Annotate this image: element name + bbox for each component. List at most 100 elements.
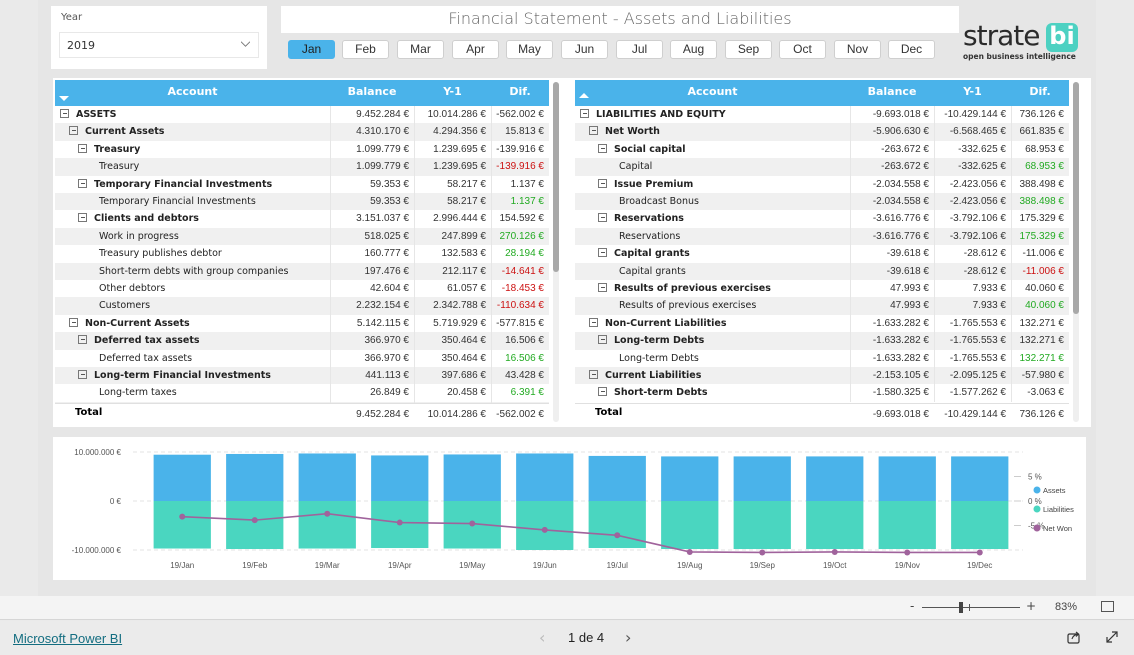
matrix-row[interactable]: Results of previous exercises 47.993 € 7.9… <box>575 280 1069 298</box>
month-button-aug[interactable]: Aug <box>670 40 717 59</box>
y-axis-left-tick: 0 € <box>110 497 122 506</box>
zoom-out-button[interactable]: - <box>910 599 914 613</box>
matrix-row[interactable]: Non-Current Liabilities -1.633.282 € -1.76… <box>575 314 1069 333</box>
matrix-row[interactable]: Temporary Financial Investments 59.353 € 5… <box>55 193 549 211</box>
matrix-row[interactable]: Treasury 1.099.779 € 1.239.695 € -139.916 € <box>55 140 549 159</box>
matrix-row[interactable]: Non-Current Assets 5.142.115 € 5.719.929 €… <box>55 314 549 333</box>
matrix-row[interactable]: Capital -263.672 € -332.625 € 68.953 € <box>575 158 1069 176</box>
sort-up-icon[interactable] <box>579 93 589 98</box>
legend-label[interactable]: Liabilities <box>1043 505 1074 514</box>
matrix-row[interactable]: LIABILITIES AND EQUITY -9.693.018 € -10.42… <box>575 106 1069 124</box>
zoom-slider-thumb[interactable] <box>959 602 963 613</box>
account-name: Social capital <box>614 143 686 155</box>
matrix-row[interactable]: Customers 2.232.154 € 2.342.788 € -110.634 … <box>55 297 549 315</box>
year-dropdown[interactable]: 2019 <box>59 32 259 58</box>
net-won-point <box>396 519 403 526</box>
collapse-icon[interactable] <box>598 213 607 223</box>
matrix-row[interactable]: Short-term debts with group companies 197… <box>55 262 549 280</box>
month-button-apr[interactable]: Apr <box>452 40 499 59</box>
zoom-in-button[interactable]: + <box>1026 599 1036 613</box>
share-icon[interactable] <box>1066 629 1082 645</box>
next-page-button[interactable]: › <box>625 628 631 647</box>
matrix-row[interactable]: Other debtors 42.604 € 61.057 € -18.453 € <box>55 280 549 298</box>
matrix-row[interactable]: Deferred tax assets 366.970 € 350.464 € 16.… <box>55 332 549 350</box>
matrix-row[interactable]: Work in progress 518.025 € 247.899 € 270.12… <box>55 227 549 246</box>
dif-value: 40.060 € <box>1025 300 1064 312</box>
sort-down-icon[interactable] <box>59 96 69 101</box>
collapse-icon[interactable] <box>598 143 607 153</box>
matrix-row[interactable]: Temporary Financial Investments 59.353 € 5… <box>55 175 549 193</box>
collapse-icon[interactable] <box>598 283 607 292</box>
previous-page-button[interactable]: ‹ <box>539 628 545 647</box>
collapse-icon[interactable] <box>78 213 87 223</box>
column-header-dif[interactable]: Dif. <box>1011 85 1069 98</box>
scrollbar-thumb[interactable] <box>553 82 559 272</box>
assets-bar <box>371 455 429 501</box>
assets-bar <box>153 454 211 501</box>
column-header-account[interactable]: Account <box>55 85 330 98</box>
matrix-row[interactable]: Deferred tax assets 366.970 € 350.464 € 16.… <box>55 349 549 367</box>
column-header-y1[interactable]: Y-1 <box>414 85 491 98</box>
month-button-jul[interactable]: Jul <box>616 40 663 59</box>
column-header-dif[interactable]: Dif. <box>491 85 549 98</box>
month-button-jan[interactable]: Jan <box>288 40 335 59</box>
vertical-scrollbar[interactable] <box>553 82 559 422</box>
matrix-row[interactable]: Treasury 1.099.779 € 1.239.695 € -139.916 € <box>55 158 549 176</box>
vertical-scrollbar[interactable] <box>1073 82 1079 422</box>
matrix-row[interactable]: Long-term Debts -1.633.282 € -1.765.553 € 1… <box>575 332 1069 350</box>
collapse-icon[interactable] <box>598 248 607 258</box>
matrix-row[interactable]: Treasury publishes debtor 160.777 € 132.58… <box>55 245 549 263</box>
collapse-icon[interactable] <box>69 126 78 136</box>
column-header-balance[interactable]: Balance <box>330 85 414 98</box>
legend-label[interactable]: Assets <box>1043 486 1066 495</box>
matrix-row[interactable]: Long-term Financial Investments 441.113 €… <box>55 367 549 385</box>
collapse-icon[interactable] <box>78 370 87 379</box>
scrollbar-thumb[interactable] <box>1073 82 1079 314</box>
collapse-icon[interactable] <box>589 126 598 136</box>
month-button-oct[interactable]: Oct <box>779 40 826 59</box>
matrix-row[interactable]: Reservations -3.616.776 € -3.792.106 € 175.… <box>575 227 1069 246</box>
collapse-icon[interactable] <box>60 109 69 118</box>
matrix-row[interactable]: Long-term Debts -1.633.282 € -1.765.553 € 1… <box>575 349 1069 367</box>
matrix-row[interactable]: Capital grants -39.618 € -28.612 € -11.006 … <box>575 245 1069 263</box>
matrix-row[interactable]: Social capital -263.672 € -332.625 € 68.953… <box>575 140 1069 159</box>
matrix-row[interactable]: Long-term taxes 26.849 € 20.458 € 6.391 € <box>55 384 549 402</box>
collapse-icon[interactable] <box>598 335 607 345</box>
month-button-sep[interactable]: Sep <box>725 40 772 59</box>
column-header-account[interactable]: Account <box>575 85 850 98</box>
column-header-y1[interactable]: Y-1 <box>934 85 1011 98</box>
collapse-icon[interactable] <box>78 178 87 188</box>
collapse-icon[interactable] <box>69 317 78 327</box>
matrix-row[interactable]: Reservations -3.616.776 € -3.792.106 € 175.… <box>575 210 1069 228</box>
zoom-slider[interactable] <box>922 602 1020 613</box>
matrix-row[interactable]: Current Liabilities -2.153.105 € -2.095.12… <box>575 367 1069 385</box>
matrix-row[interactable]: Capital grants -39.618 € -28.612 € -11.006 … <box>575 262 1069 280</box>
power-bi-link[interactable]: Microsoft Power BI <box>13 631 122 646</box>
collapse-icon[interactable] <box>78 335 87 345</box>
legend-label[interactable]: Net Won <box>1043 524 1072 533</box>
collapse-icon[interactable] <box>580 109 589 118</box>
collapse-icon[interactable] <box>589 317 598 327</box>
month-button-jun[interactable]: Jun <box>561 40 608 59</box>
month-button-nov[interactable]: Nov <box>834 40 881 59</box>
month-button-feb[interactable]: Feb <box>342 40 389 59</box>
fullscreen-icon[interactable] <box>1104 629 1120 645</box>
matrix-row[interactable]: Clients and debtors 3.151.037 € 2.996.444 … <box>55 210 549 228</box>
fit-to-page-icon[interactable] <box>1101 601 1114 612</box>
powerbi-report-viewer: Year 2019 Financial Statement - Assets a… <box>0 0 1134 655</box>
collapse-icon[interactable] <box>598 387 607 397</box>
collapse-icon[interactable] <box>589 370 598 379</box>
month-button-mar[interactable]: Mar <box>397 40 444 59</box>
month-button-dec[interactable]: Dec <box>888 40 935 59</box>
matrix-row[interactable]: Results of previous exercises 47.993 € 7.9… <box>575 297 1069 315</box>
collapse-icon[interactable] <box>598 178 607 188</box>
matrix-row[interactable]: Broadcast Bonus -2.034.558 € -2.423.056 € 3… <box>575 193 1069 211</box>
matrix-row[interactable]: Issue Premium -2.034.558 € -2.423.056 € 388… <box>575 175 1069 193</box>
matrix-row[interactable]: Current Assets 4.310.170 € 4.294.356 € 15.8… <box>55 123 549 141</box>
collapse-icon[interactable] <box>78 143 87 153</box>
matrix-row[interactable]: ASSETS 9.452.284 € 10.014.286 € -562.002 € <box>55 106 549 124</box>
month-button-may[interactable]: May <box>506 40 553 59</box>
matrix-row[interactable]: Short-term Debts -1.580.325 € -1.577.262 €… <box>575 384 1069 402</box>
column-header-balance[interactable]: Balance <box>850 85 934 98</box>
matrix-row[interactable]: Net Worth -5.906.630 € -6.568.465 € 661.835… <box>575 123 1069 141</box>
